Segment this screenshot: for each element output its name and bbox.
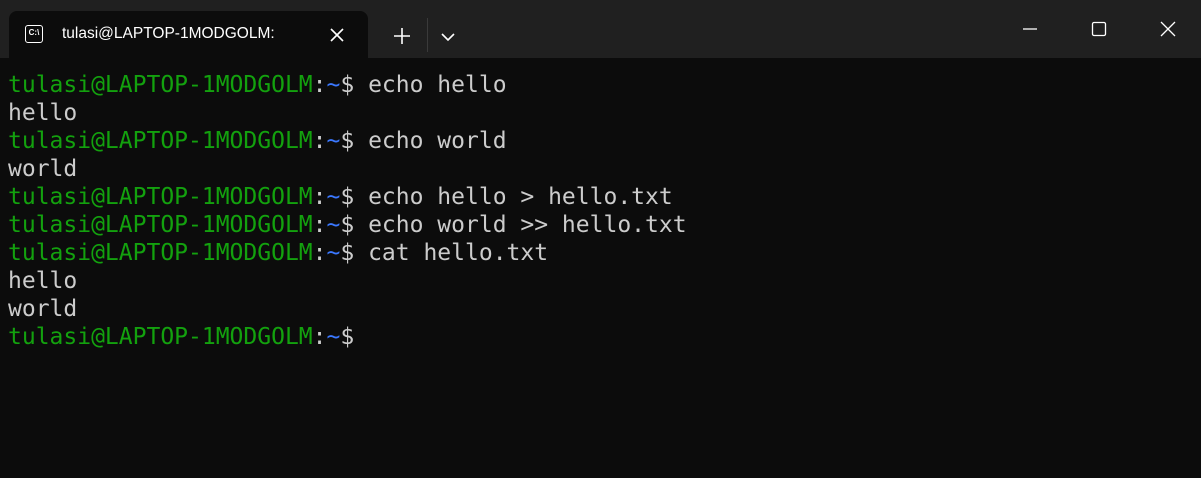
command-text: echo world >> hello.txt [354,212,687,238]
prompt-symbol: $ [340,324,355,350]
tab-title: tulasi@LAPTOP-1MODGOLM: [62,25,275,42]
terminal-icon: C:\ [25,25,43,43]
output-line: world [8,156,78,182]
output-line: world [8,296,78,322]
prompt-colon: : [312,72,327,98]
new-tab-dropdown-button[interactable] [434,22,462,50]
prompt-path: ~ [326,72,341,98]
window-close-button[interactable] [1135,0,1201,58]
tab-active[interactable]: C:\ tulasi@LAPTOP-1MODGOLM: [9,11,368,58]
prompt-symbol: $ [340,128,355,154]
prompt-symbol: $ [340,212,355,238]
new-tab-button[interactable] [386,22,418,50]
close-icon [330,28,344,42]
prompt-user-host: tulasi@LAPTOP-1MODGOLM [8,72,313,98]
minimize-icon [1023,28,1037,30]
prompt-colon: : [312,240,327,266]
prompt-path: ~ [326,324,341,350]
terminal-output[interactable]: tulasi@LAPTOP-1MODGOLM:~$ echo hello hell… [8,71,1193,471]
tab-close-button[interactable] [326,24,348,46]
title-bar: C:\ tulasi@LAPTOP-1MODGOLM: [0,0,1201,58]
prompt-path: ~ [326,212,341,238]
minimize-button[interactable] [997,0,1063,58]
command-text: echo hello > hello.txt [354,184,673,210]
prompt-symbol: $ [340,72,355,98]
prompt-path: ~ [326,240,341,266]
terminal-window: C:\ tulasi@LAPTOP-1MODGOLM: tulasi@LAPTO… [0,0,1201,478]
close-icon [1160,21,1176,37]
output-line: hello [8,100,78,126]
maximize-button[interactable] [1066,0,1132,58]
prompt-colon: : [312,324,327,350]
prompt-line: tulasi@LAPTOP-1MODGOLM:~$ echo world [8,127,1193,155]
prompt-line: tulasi@LAPTOP-1MODGOLM:~$ echo hello > h… [8,183,1193,211]
prompt-user-host: tulasi@LAPTOP-1MODGOLM [8,128,313,154]
prompt-colon: : [312,128,327,154]
plus-icon [394,28,410,44]
maximize-icon [1091,21,1107,37]
command-text: cat hello.txt [354,240,549,266]
command-text: echo hello [354,72,507,98]
output-line: hello [8,268,78,294]
chevron-down-icon [441,33,455,42]
prompt-user-host: tulasi@LAPTOP-1MODGOLM [8,324,313,350]
prompt-path: ~ [326,184,341,210]
prompt-symbol: $ [340,184,355,210]
prompt-colon: : [312,184,327,210]
prompt-symbol: $ [340,240,355,266]
prompt-user-host: tulasi@LAPTOP-1MODGOLM [8,212,313,238]
tab-separator [427,18,428,52]
prompt-line: tulasi@LAPTOP-1MODGOLM:~$ echo hello [8,71,1193,99]
prompt-line: tulasi@LAPTOP-1MODGOLM:~$ echo world >> … [8,211,1193,239]
prompt-path: ~ [326,128,341,154]
prompt-line: tulasi@LAPTOP-1MODGOLM:~$ [8,323,1193,351]
command-text: echo world [354,128,507,154]
prompt-colon: : [312,212,327,238]
prompt-user-host: tulasi@LAPTOP-1MODGOLM [8,240,313,266]
prompt-user-host: tulasi@LAPTOP-1MODGOLM [8,184,313,210]
prompt-line: tulasi@LAPTOP-1MODGOLM:~$ cat hello.txt [8,239,1193,267]
